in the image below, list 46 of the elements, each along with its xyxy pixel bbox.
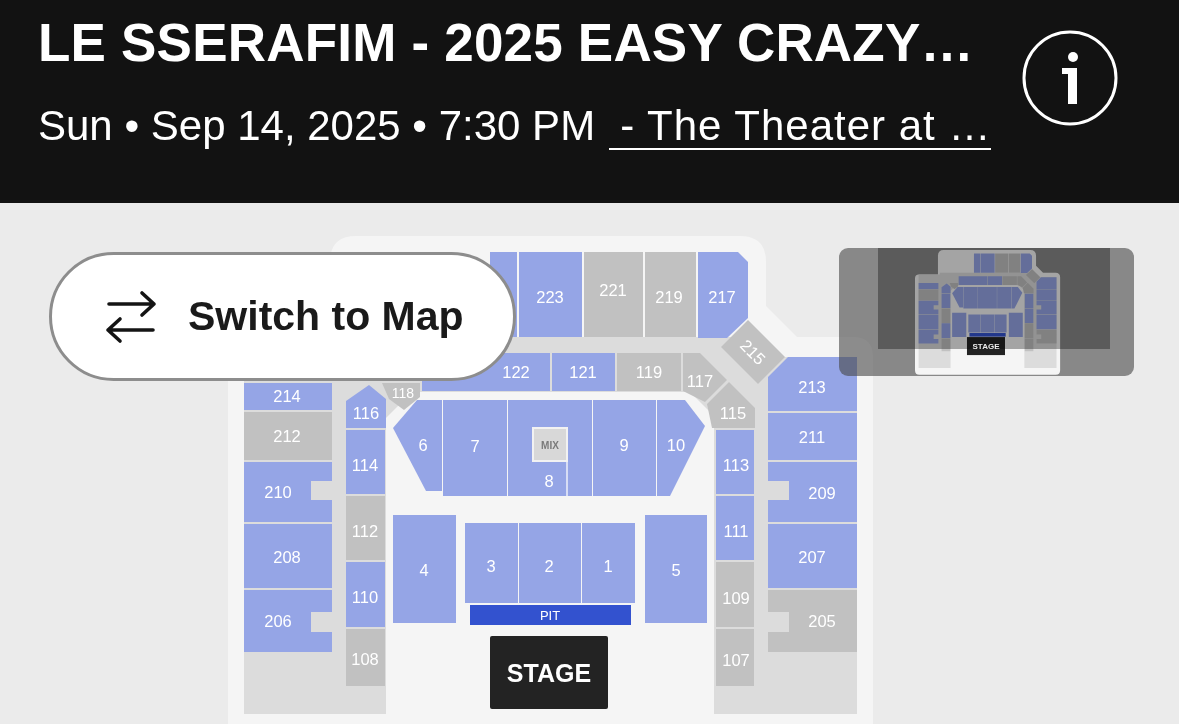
seat-section[interactable]: 210	[244, 462, 332, 522]
seat-section[interactable]: 109	[716, 562, 754, 627]
seat-section[interactable]: 121	[552, 353, 615, 391]
seat-section[interactable]: 205	[768, 590, 857, 652]
seat-section[interactable]: 206	[244, 590, 332, 652]
seat-section[interactable]: 7	[443, 400, 507, 496]
seat-section[interactable]: 117	[683, 353, 727, 402]
seat-section[interactable]: 1	[582, 523, 635, 603]
seat-section[interactable]: 209	[768, 462, 857, 522]
minimap-panel[interactable]: STAGE	[839, 248, 1134, 376]
seat-section[interactable]: 112	[346, 496, 385, 560]
seat-section[interactable]: 208	[244, 524, 332, 588]
seat-section[interactable]: 114	[346, 430, 385, 494]
venue-link[interactable]: - The Theater at …	[609, 104, 992, 150]
stage-label: STAGE	[972, 342, 1000, 351]
swap-arrows-icon	[103, 289, 159, 344]
mix-booth: MIX	[532, 427, 568, 462]
seat-section[interactable]: 2	[519, 523, 581, 603]
seat-section[interactable]: 111	[716, 496, 754, 560]
seat-section[interactable]: 119	[617, 353, 681, 391]
seat-section[interactable]: 213	[768, 357, 857, 411]
seat-section[interactable]: 6	[393, 400, 442, 491]
info-button[interactable]	[1022, 30, 1118, 126]
seat-section[interactable]: 219	[645, 252, 696, 337]
seat-section[interactable]: 212	[244, 412, 332, 460]
stage-block: STAGE	[490, 636, 608, 709]
seat-section[interactable]: 223	[519, 252, 582, 337]
pit-section[interactable]: PIT	[470, 605, 631, 625]
seat-section[interactable]: 108	[346, 629, 385, 686]
seat-section[interactable]: 9	[593, 400, 656, 496]
seat-section[interactable]: 10	[657, 400, 705, 496]
seat-section[interactable]: 5	[645, 515, 707, 623]
seat-section[interactable]: 214	[244, 383, 332, 410]
seat-section[interactable]: 113	[716, 430, 754, 494]
seat-section[interactable]: 110	[346, 562, 385, 627]
seat-section[interactable]: 211	[768, 413, 857, 460]
seat-section[interactable]: 107	[716, 629, 754, 686]
seat-section[interactable]: 221	[584, 252, 643, 337]
seat-section[interactable]: 116	[346, 385, 386, 428]
seat-section[interactable]: 207	[768, 524, 857, 588]
seat-section[interactable]: 4	[393, 515, 456, 623]
seat-section[interactable]: 3	[465, 523, 518, 603]
event-date-time: Sun • Sep 14, 2025 • 7:30 PM	[38, 101, 596, 151]
seat-section[interactable]: 217	[698, 252, 748, 338]
event-title: LE SSERAFIM - 2025 EASY CRAZY…	[38, 12, 975, 74]
seat-section[interactable]: 215	[721, 320, 785, 384]
